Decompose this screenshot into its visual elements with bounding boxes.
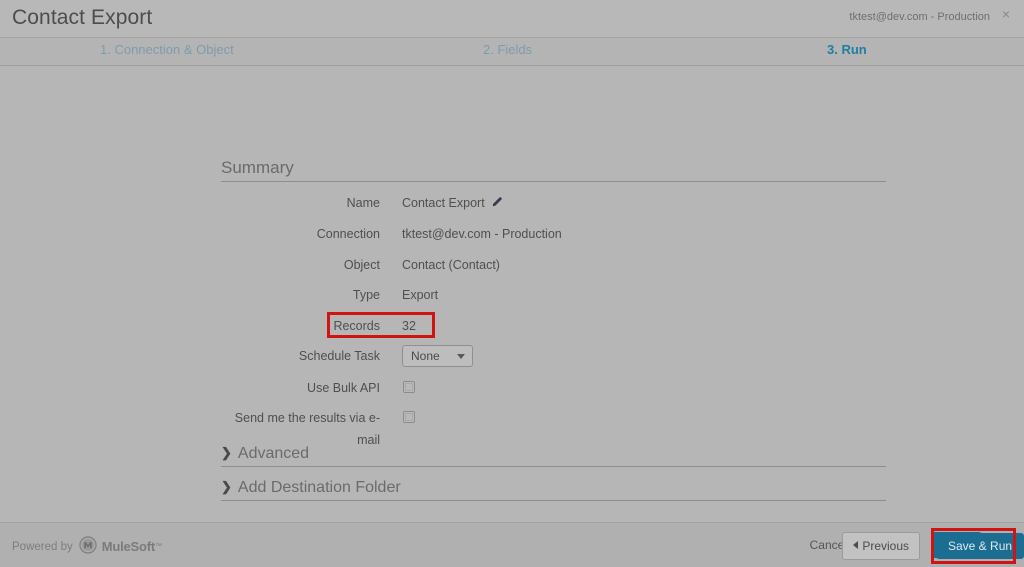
- arrow-left-icon: [853, 541, 859, 549]
- previous-button-label: Previous: [862, 539, 909, 553]
- value-name: Contact Export: [402, 192, 503, 214]
- email-results-checkbox[interactable]: [403, 411, 415, 423]
- value-connection: tktest@dev.com - Production: [402, 227, 562, 241]
- form-area: Summary Name Contact Export Connection t…: [0, 66, 1024, 522]
- previous-button[interactable]: Previous: [842, 532, 920, 560]
- summary-row-records: Records 32: [221, 315, 886, 337]
- use-bulk-api-checkbox[interactable]: [403, 381, 415, 393]
- step-fields[interactable]: 2. Fields: [483, 42, 532, 57]
- summary-row-schedule-task: Schedule Task None: [221, 345, 886, 369]
- value-type: Export: [402, 288, 439, 302]
- schedule-task-selected-value: None: [411, 349, 440, 363]
- value-object: Contact (Contact): [402, 258, 500, 272]
- footer-bar: Powered by MuleSoft ™ Cancel Previous Sa…: [0, 522, 1024, 567]
- schedule-task-select[interactable]: None: [402, 345, 473, 367]
- chevron-down-icon: [457, 354, 465, 359]
- summary-row-name: Name Contact Export: [221, 192, 886, 214]
- label-object: Object: [343, 258, 380, 272]
- label-connection: Connection: [316, 227, 380, 241]
- pencil-icon[interactable]: [491, 196, 503, 208]
- chevron-right-icon: ❯: [221, 479, 232, 494]
- save-and-run-button[interactable]: Save & Run: [936, 533, 1024, 559]
- summary-row-object: Object Contact (Contact): [221, 254, 886, 276]
- application-window: Contact Export tktest@dev.com - Producti…: [0, 0, 1024, 567]
- close-icon[interactable]: ×: [998, 6, 1014, 22]
- summary-row-connection: Connection tktest@dev.com - Production: [221, 223, 886, 245]
- powered-by-label: Powered by: [12, 540, 73, 553]
- trademark-symbol: ™: [155, 543, 163, 550]
- section-add-destination-folder[interactable]: ❯ Add Destination Folder: [221, 479, 886, 501]
- value-records: 32: [402, 319, 416, 333]
- value-name-text: Contact Export: [402, 196, 485, 210]
- label-records: Records: [333, 319, 380, 333]
- label-type: Type: [352, 288, 380, 302]
- label-schedule-task: Schedule Task: [298, 349, 380, 363]
- account-label: tktest@dev.com - Production: [849, 11, 990, 23]
- section-advanced-label: Advanced: [237, 445, 310, 462]
- powered-by-mulesoft: Powered by MuleSoft ™: [12, 536, 162, 557]
- section-destination-label: Add Destination Folder: [237, 479, 401, 496]
- mulesoft-wordmark: MuleSoft: [101, 539, 156, 554]
- chevron-right-icon: ❯: [221, 445, 232, 460]
- title-bar: Contact Export tktest@dev.com - Producti…: [0, 0, 1024, 38]
- summary-row-use-bulk-api: Use Bulk API: [221, 377, 886, 399]
- step-connection-object[interactable]: 1. Connection & Object: [100, 42, 234, 57]
- label-use-bulk-api: Use Bulk API: [307, 381, 380, 395]
- summary-heading: Summary: [221, 158, 886, 182]
- summary-row-type: Type Export: [221, 284, 886, 306]
- label-name: Name: [346, 196, 380, 210]
- page-title: Contact Export: [12, 6, 153, 29]
- step-run[interactable]: 3. Run: [827, 42, 867, 57]
- mulesoft-logo-icon: [79, 536, 97, 557]
- section-advanced[interactable]: ❯ Advanced: [221, 445, 886, 467]
- step-navigation: 1. Connection & Object 2. Fields 3. Run: [0, 38, 1024, 66]
- summary-row-email-results: Send me the results via e-mail: [221, 407, 886, 447]
